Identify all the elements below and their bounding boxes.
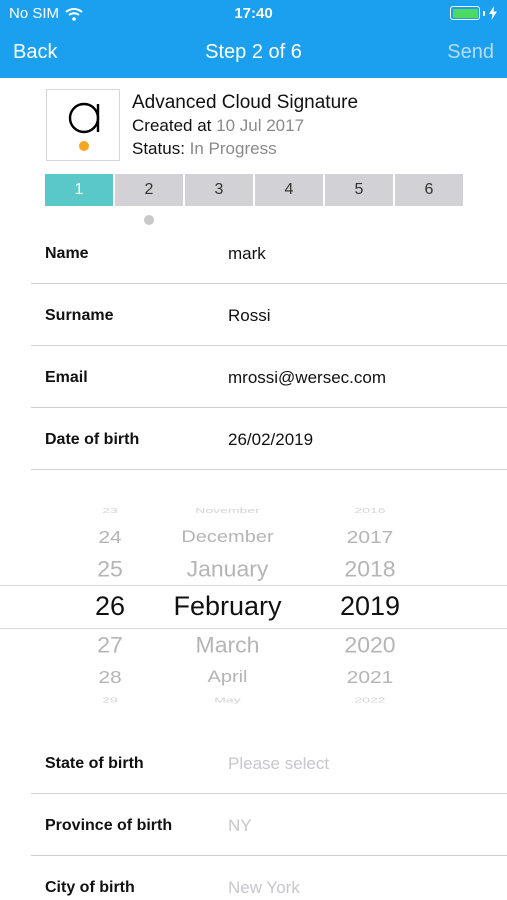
picker-month[interactable]: December xyxy=(150,528,305,548)
status-line: Status: In Progress xyxy=(132,137,358,160)
picker-selection-top-line xyxy=(0,585,507,586)
picker-day[interactable]: 29 xyxy=(80,696,140,705)
state-of-birth-select[interactable]: Please select xyxy=(228,754,329,774)
date-picker[interactable]: 23 24 25 26 27 28 29 November December J… xyxy=(0,490,507,715)
date-of-birth-row[interactable]: Date of birth 26/02/2019 xyxy=(31,408,507,470)
picker-day[interactable]: 27 xyxy=(80,633,140,659)
picker-year-selected[interactable]: 2019 xyxy=(330,591,410,622)
email-row[interactable]: Email mrossi@wersec.com xyxy=(31,346,507,408)
step-1[interactable]: 1 xyxy=(45,174,113,206)
picker-day-selected[interactable]: 26 xyxy=(80,591,140,622)
send-button[interactable]: Send xyxy=(447,41,494,64)
surname-field[interactable]: Rossi xyxy=(228,306,271,326)
status-value: In Progress xyxy=(189,139,277,158)
status-right xyxy=(450,6,498,20)
province-of-birth-field[interactable]: NY xyxy=(228,816,252,836)
picker-selection-bottom-line xyxy=(0,628,507,629)
document-info: Advanced Cloud Signature Created at 10 J… xyxy=(132,91,358,160)
step-indicator: 1 2 3 4 5 6 xyxy=(45,174,463,206)
picker-day[interactable]: 25 xyxy=(80,557,140,583)
picker-month[interactable]: March xyxy=(150,633,305,659)
name-row[interactable]: Name mark xyxy=(31,222,507,284)
surname-row[interactable]: Surname Rossi xyxy=(31,284,507,346)
created-line: Created at 10 Jul 2017 xyxy=(132,114,358,137)
picker-day[interactable]: 23 xyxy=(80,506,140,515)
picker-month[interactable]: November xyxy=(150,506,305,515)
status-label: Status: xyxy=(132,139,185,158)
clock: 17:40 xyxy=(234,5,273,22)
step-3[interactable]: 3 xyxy=(185,174,253,206)
status-bar: No SIM 17:40 xyxy=(0,0,507,28)
battery-cap xyxy=(483,10,485,16)
page-title: Step 2 of 6 xyxy=(205,41,302,63)
state-of-birth-row[interactable]: State of birth Please select xyxy=(31,732,507,794)
name-label: Name xyxy=(45,245,89,262)
city-of-birth-row[interactable]: City of birth New York xyxy=(31,856,507,900)
province-of-birth-row[interactable]: Province of birth NY xyxy=(31,794,507,856)
app-logo xyxy=(46,89,120,161)
name-field[interactable]: mark xyxy=(228,244,266,264)
step-5[interactable]: 5 xyxy=(325,174,393,206)
picker-year[interactable]: 2020 xyxy=(330,633,410,659)
step-4[interactable]: 4 xyxy=(255,174,323,206)
document-title: Advanced Cloud Signature xyxy=(132,92,359,113)
picker-month-selected[interactable]: February xyxy=(150,591,305,622)
step-2[interactable]: 2 xyxy=(115,174,183,206)
email-label: Email xyxy=(45,369,88,386)
city-of-birth-field[interactable]: New York xyxy=(228,878,300,898)
picker-year[interactable]: 2021 xyxy=(330,668,410,688)
picker-year[interactable]: 2022 xyxy=(330,696,410,705)
app-header: No SIM 17:40 Back Step 2 of 6 Send xyxy=(0,0,507,78)
email-field[interactable]: mrossi@wersec.com xyxy=(228,368,386,388)
date-of-birth-label: Date of birth xyxy=(45,431,140,448)
logo-icon xyxy=(68,102,100,151)
surname-label: Surname xyxy=(45,307,114,324)
province-of-birth-label: Province of birth xyxy=(45,817,173,834)
created-label: Created at xyxy=(132,116,212,135)
picker-year[interactable]: 2016 xyxy=(330,506,410,515)
picker-month[interactable]: April xyxy=(150,668,305,688)
city-of-birth-label: City of birth xyxy=(45,879,135,896)
picker-day[interactable]: 24 xyxy=(80,528,140,548)
picker-day[interactable]: 28 xyxy=(80,668,140,688)
charging-bolt-icon xyxy=(489,6,497,20)
picker-month[interactable]: January xyxy=(150,557,305,583)
state-of-birth-label: State of birth xyxy=(45,755,144,772)
created-value: 10 Jul 2017 xyxy=(216,116,305,135)
nav-bar: Back Step 2 of 6 Send xyxy=(0,30,507,74)
picker-month[interactable]: May xyxy=(150,696,305,705)
battery-icon xyxy=(450,6,480,20)
date-of-birth-field[interactable]: 26/02/2019 xyxy=(228,430,313,450)
picker-year[interactable]: 2018 xyxy=(330,557,410,583)
picker-year[interactable]: 2017 xyxy=(330,528,410,548)
step-6[interactable]: 6 xyxy=(395,174,463,206)
